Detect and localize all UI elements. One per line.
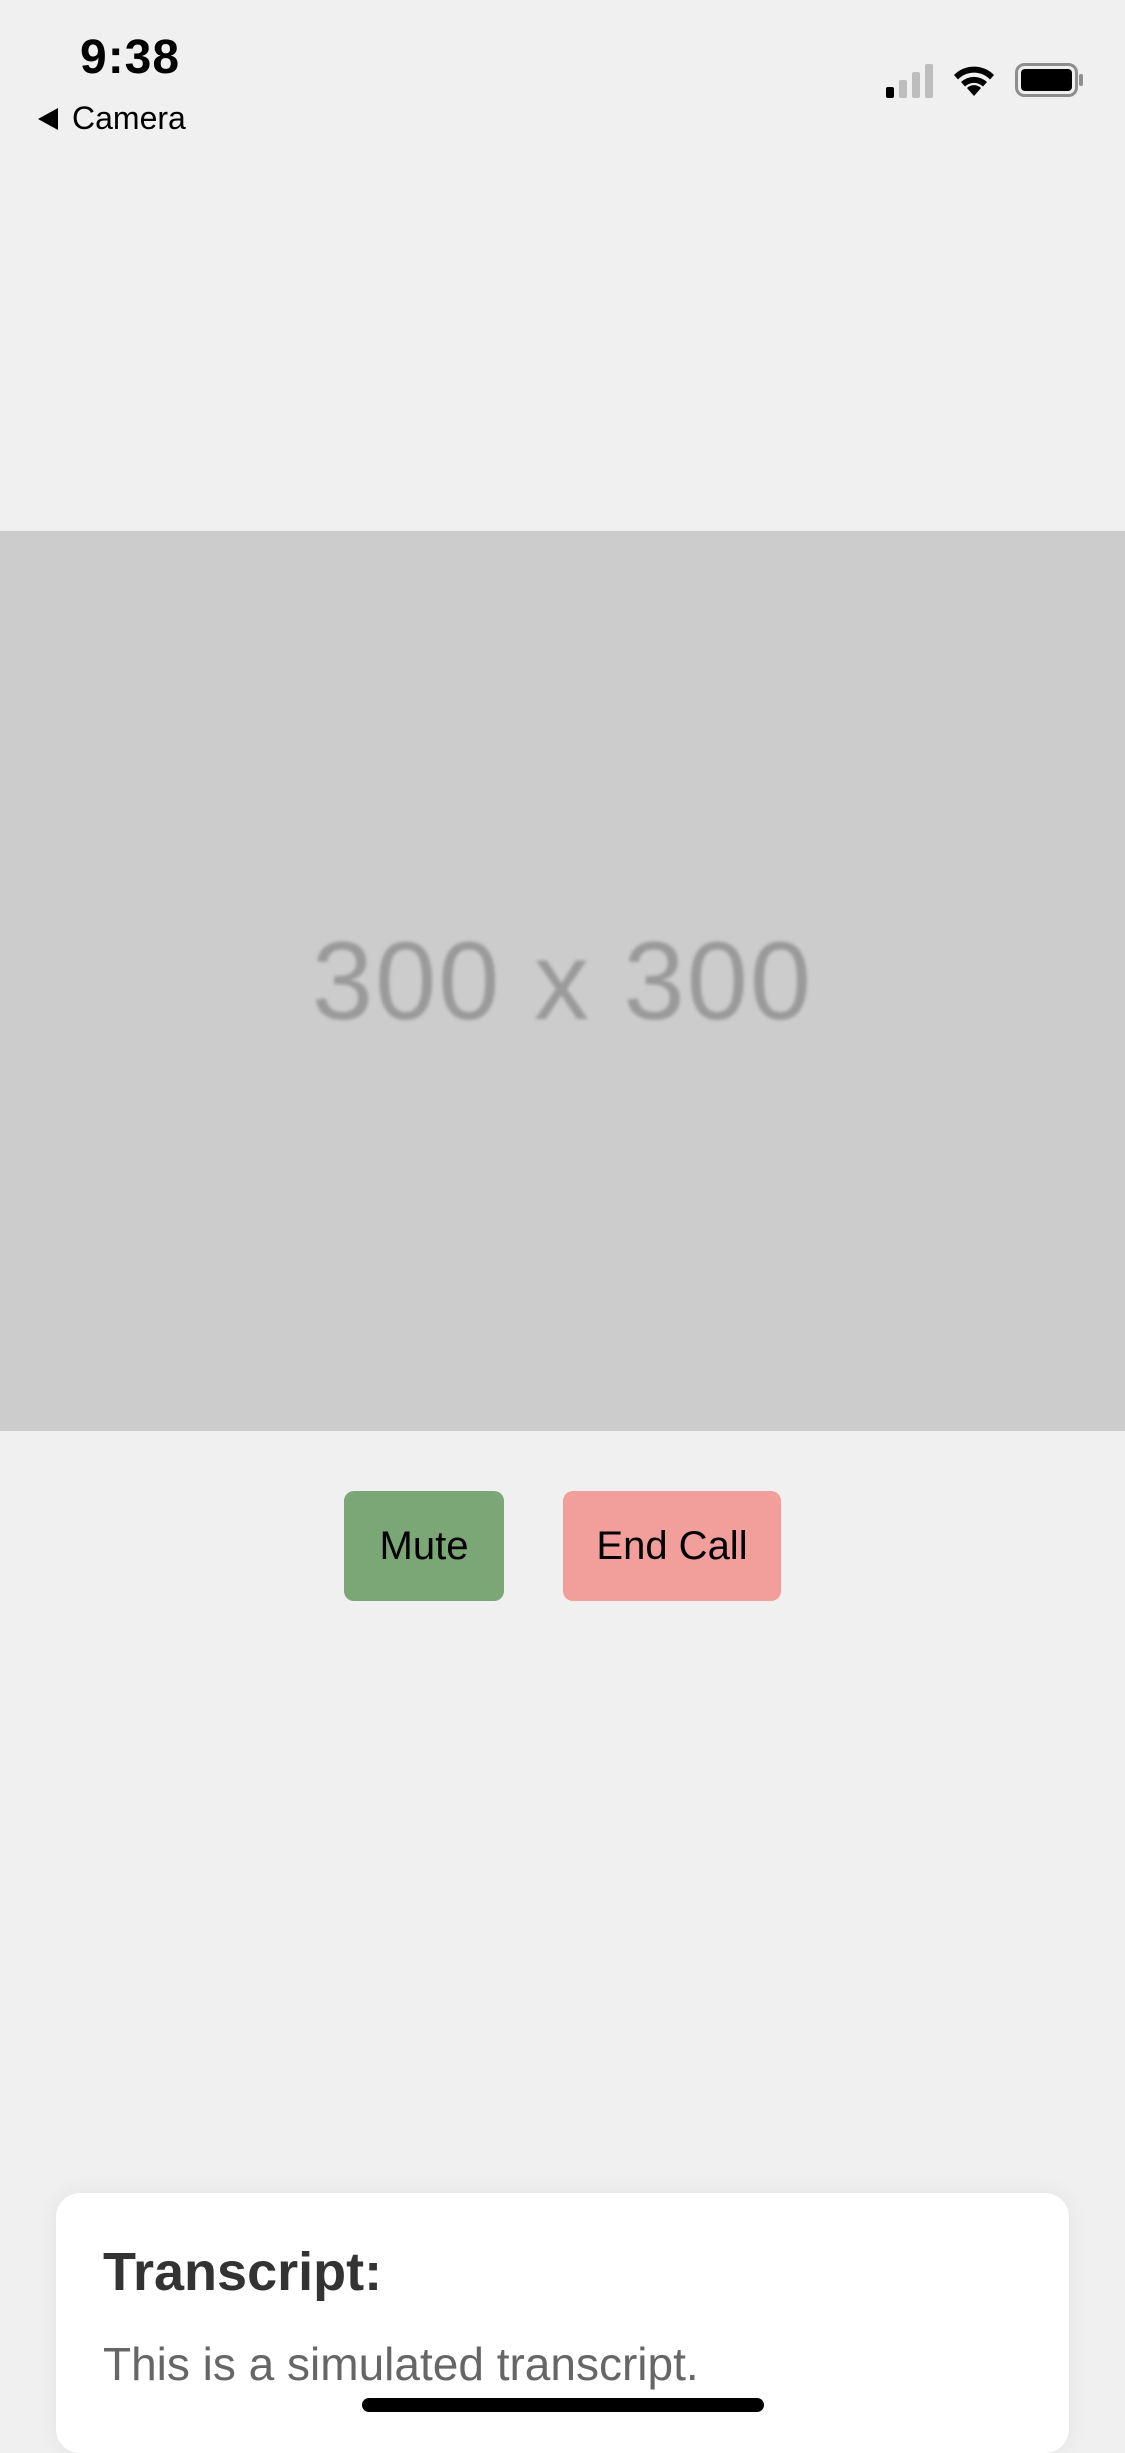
back-to-camera-link[interactable]: Camera [38,100,186,137]
status-icons [886,62,1085,98]
transcript-text: This is a simulated transcript. [103,2338,699,2390]
transcript-title: Transcript: [103,2242,383,2302]
back-arrow-icon [38,107,58,130]
home-indicator[interactable] [362,2398,764,2412]
wifi-icon [954,66,994,96]
end-call-button[interactable]: End Call [563,1491,781,1601]
battery-icon [1015,63,1083,97]
call-controls: Mute End Call [0,1491,1125,1601]
cellular-signal-icon [886,62,933,98]
status-time: 9:38 [80,31,181,84]
back-link-label: Camera [72,100,186,136]
mute-button[interactable]: Mute [344,1491,504,1601]
placeholder-label: 300 x 300 [311,919,814,1043]
transcript-card: Transcript: This is a simulated transcri… [56,2193,1069,2453]
video-placeholder-image: 300 x 300 [0,531,1125,1431]
